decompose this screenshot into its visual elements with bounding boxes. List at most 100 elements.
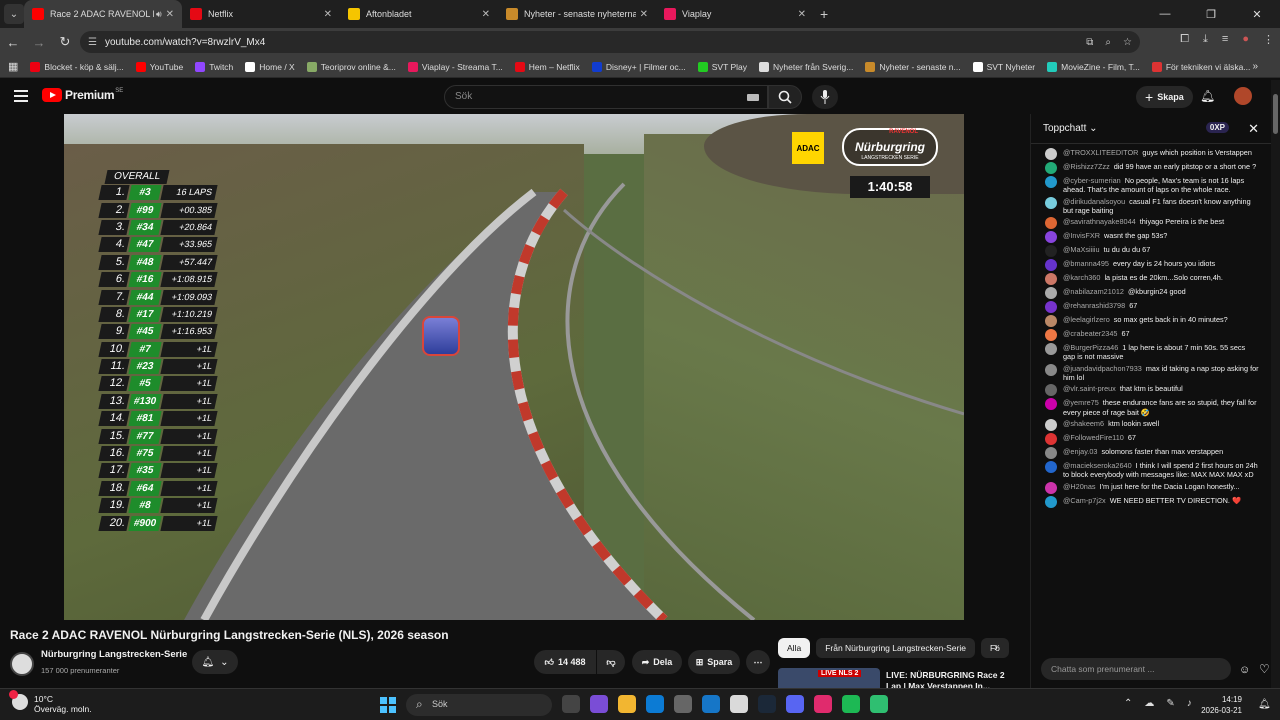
bookmark-item[interactable]: Home / X (245, 61, 295, 72)
network-icon[interactable]: ☁ (1144, 698, 1154, 709)
tab-close-icon[interactable]: ✕ (482, 9, 490, 20)
tab-close-icon[interactable]: ✕ (324, 9, 332, 20)
new-tab-plus-icon[interactable]: + (820, 6, 828, 22)
bookmark-item[interactable]: SVT Nyheter (972, 61, 1035, 72)
chat-username[interactable]: @leelagirlzero (1063, 315, 1110, 324)
taskbar-app-icon[interactable] (674, 695, 692, 713)
chat-username[interactable]: @yemre75 (1063, 398, 1099, 407)
chat-username[interactable]: @maciekseroka2640 (1063, 461, 1132, 470)
page-scrollbar[interactable] (1271, 80, 1280, 688)
recommended-video[interactable]: LIVE NLS 2 LIVE: NÜRBURGRING Race 2 Lap … (778, 668, 1020, 688)
mic-icon[interactable]: ♪ (1187, 698, 1192, 709)
channel-info[interactable]: Nürburgring Langstrecken-Serie 157 000 p… (10, 649, 187, 678)
clock[interactable]: 14:19 2026-03-21 (1200, 694, 1242, 716)
chat-avatar[interactable] (1045, 148, 1057, 160)
bookmark-item[interactable]: För tekniken vi älska... (1151, 61, 1250, 72)
address-bar[interactable]: ☰ youtube.com/watch?v=8rwzlrV_Mx4 ⧉ ⌕ ☆ (80, 31, 1140, 53)
bookmark-item[interactable]: Nyheter - senaste n... (865, 61, 961, 72)
taskbar-app-icon[interactable] (618, 695, 636, 713)
apps-grid-icon[interactable]: ▦ (8, 60, 18, 73)
taskbar-app-icon[interactable] (562, 695, 580, 713)
chat-username[interactable]: @shakeem6 (1063, 419, 1104, 428)
chat-avatar[interactable] (1045, 495, 1057, 508)
tray-overflow-icon[interactable]: ⌃ (1124, 698, 1132, 709)
browser-tab[interactable]: Aftonbladet ✕ (340, 0, 498, 28)
chat-avatar[interactable] (1045, 217, 1057, 230)
bookmark-item[interactable]: Nyheter från Sverig... (759, 61, 853, 72)
chat-username[interactable]: @Cam-p7j2x (1063, 496, 1106, 505)
subscription-bell-button[interactable]: 🔔︎ ⌄ (192, 650, 238, 674)
taskbar-app-icon[interactable] (758, 695, 776, 713)
chat-avatar[interactable] (1045, 273, 1057, 286)
chat-username[interactable]: @TROXXLITEEDITOR (1063, 148, 1138, 157)
profile-avatar-icon[interactable]: ● (1242, 33, 1249, 46)
chat-username[interactable]: @MaXsiiiiu (1063, 245, 1100, 254)
filter-chip[interactable]: Alla (778, 638, 811, 658)
open-in-app-icon[interactable]: ⧉ (1086, 37, 1093, 48)
weather-widget[interactable]: 10°C Överväg. moln. (9, 690, 92, 714)
search-input[interactable]: Sök (444, 85, 768, 109)
chat-mode-dropdown[interactable]: Toppchatt ⌄ (1043, 123, 1098, 134)
chat-avatar[interactable] (1045, 231, 1057, 244)
browser-tab[interactable]: Race 2 ADAC RAVENOL Nü 🔊︎ ✕ (24, 0, 182, 28)
xp-badge[interactable]: 0XP (1205, 122, 1229, 133)
close-window-icon[interactable]: ✕ (1234, 0, 1280, 28)
media-control-icon[interactable]: ≡ (1222, 33, 1228, 46)
pen-icon[interactable]: ✎ (1166, 698, 1174, 709)
recommended-title[interactable]: LIVE: NÜRBURGRING Race 2 Lap | Max Verst… (886, 670, 1010, 688)
chat-avatar[interactable] (1045, 301, 1057, 314)
create-button[interactable]: + Skapa (1136, 86, 1193, 108)
chat-avatar[interactable] (1045, 245, 1057, 258)
bookmark-item[interactable]: Disney+ | Filmer oc... (591, 61, 686, 72)
account-avatar[interactable] (1234, 87, 1252, 105)
chat-avatar[interactable] (1045, 259, 1057, 272)
tab-close-icon[interactable]: ✕ (166, 9, 174, 20)
chat-username[interactable]: @InvisFXR (1063, 231, 1100, 240)
chat-username[interactable]: @enjay.03 (1063, 447, 1097, 456)
taskbar-app-icon[interactable] (786, 695, 804, 713)
bookmark-item[interactable]: SVT Play (697, 61, 747, 72)
site-info-icon[interactable]: ☰ (88, 37, 97, 48)
bookmark-item[interactable]: YouTube (135, 61, 183, 72)
tab-search-chevron-icon[interactable]: ⌄ (4, 4, 24, 24)
chips-next-icon[interactable]: › (994, 640, 998, 654)
minimize-icon[interactable]: — (1142, 0, 1188, 28)
youtube-premium-logo[interactable]: Premium SE (42, 88, 123, 102)
keyboard-icon[interactable] (747, 94, 759, 101)
like-button[interactable]: 👍︎ 14 488 (534, 650, 596, 674)
emoji-icon[interactable]: ☺ (1239, 664, 1250, 676)
menu-hamburger-icon[interactable] (14, 90, 28, 102)
bookmark-item[interactable]: Blocket - köp & sälj... (30, 61, 124, 72)
chat-avatar[interactable] (1045, 460, 1057, 473)
chat-avatar[interactable] (1045, 418, 1057, 431)
search-button[interactable] (768, 85, 802, 109)
chat-username[interactable]: @Rishizz7Zzz (1063, 162, 1110, 171)
chat-avatar[interactable] (1045, 343, 1057, 356)
taskbar-app-icon[interactable] (590, 695, 608, 713)
dislike-button[interactable]: 👎︎ (597, 650, 625, 674)
chat-username[interactable]: @BurgerPizza46 (1063, 343, 1118, 352)
chat-username[interactable]: @vlr.saint-preux (1063, 384, 1116, 393)
bookmark-star-icon[interactable]: ☆ (1123, 37, 1132, 48)
chat-avatar[interactable] (1045, 287, 1057, 300)
forward-arrow-icon[interactable]: → (26, 35, 52, 50)
chat-avatar[interactable] (1045, 176, 1057, 188)
chat-username[interactable]: @savirathnayake8044 (1063, 217, 1136, 226)
tab-close-icon[interactable]: ✕ (640, 9, 648, 20)
bookmark-item[interactable]: Twitch (195, 61, 233, 72)
chat-avatar[interactable] (1045, 481, 1057, 494)
notification-center-icon[interactable]: 🔔︎ (1258, 699, 1271, 710)
taskbar-app-icon[interactable] (842, 695, 860, 713)
chat-avatar[interactable] (1045, 384, 1057, 397)
chat-username[interactable]: @cyber-sumerian (1063, 176, 1121, 185)
taskbar-search[interactable]: Sök (406, 694, 552, 716)
start-windows-icon[interactable] (380, 697, 396, 713)
chat-avatar[interactable] (1045, 162, 1057, 174)
filter-chip[interactable]: Från Nürburgring Langstrecken-Serie (816, 638, 975, 658)
bookmark-item[interactable]: MovieZine - Film, T... (1047, 61, 1140, 72)
save-button[interactable]: ⊞ Spara (688, 650, 740, 674)
audio-playing-icon[interactable]: 🔊︎ (156, 9, 162, 20)
chat-username[interactable]: @FollowedFire110 (1063, 433, 1124, 442)
recommended-thumbnail[interactable]: LIVE NLS 2 (778, 668, 880, 688)
taskbar-app-icon[interactable] (870, 695, 888, 713)
